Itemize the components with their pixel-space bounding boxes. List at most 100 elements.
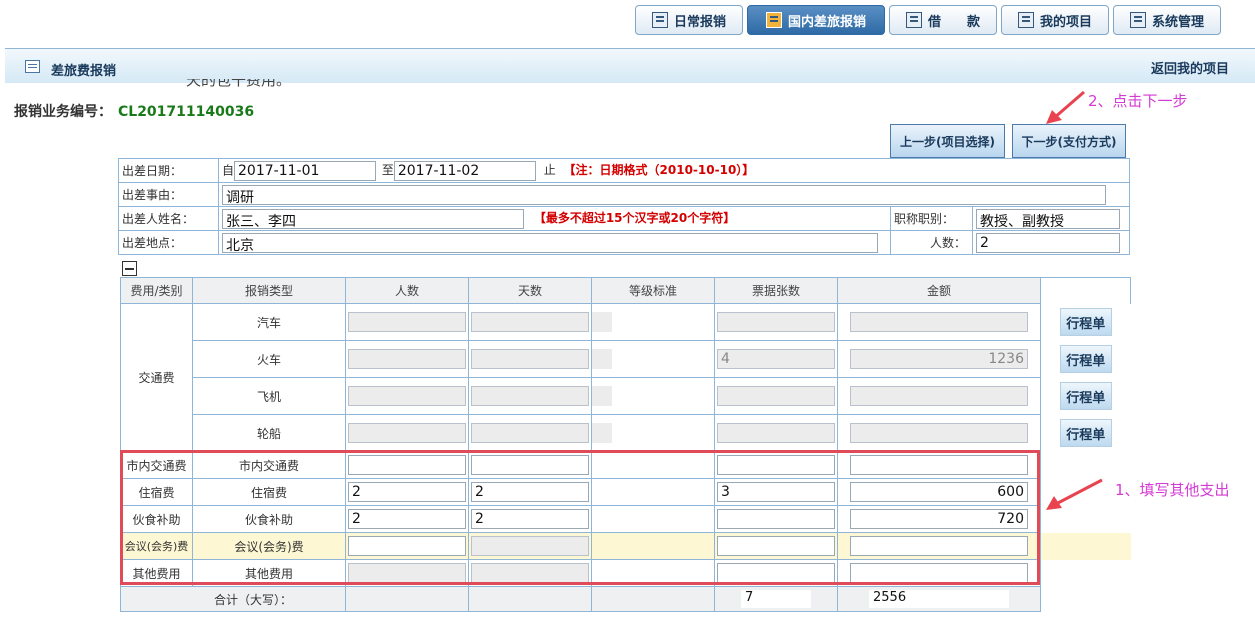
type-cell: 汽车	[192, 303, 346, 341]
amount-input[interactable]	[850, 312, 1028, 332]
itinerary-button[interactable]: 行程单	[1059, 382, 1112, 410]
days-input[interactable]	[471, 423, 589, 443]
type-cell: 其他费用	[192, 559, 346, 587]
type-cell: 轮船	[192, 414, 346, 452]
date-label: 出差日期：	[118, 158, 219, 183]
tickets-input[interactable]	[717, 536, 835, 556]
end-date-input[interactable]: 2017-11-02	[393, 160, 536, 181]
tickets-input[interactable]: 3	[717, 482, 835, 502]
column-header: 人数	[345, 277, 469, 304]
reason-label: 出差事由：	[118, 182, 219, 207]
tickets-input[interactable]	[717, 509, 835, 529]
amount-input[interactable]	[850, 563, 1028, 583]
tab-label: 借 款	[927, 14, 980, 30]
category-cell: 交通费	[120, 303, 193, 452]
days-input[interactable]: 2	[471, 482, 589, 502]
amount-input[interactable]	[850, 423, 1028, 443]
table-row: 伙食补助 伙食补助 2 2 720	[120, 505, 1131, 533]
tab-my-projects[interactable]: 我的项目	[1001, 5, 1109, 35]
to-prefix: 至	[381, 163, 394, 177]
category-cell: 其他费用	[120, 559, 193, 587]
column-header: 天数	[468, 277, 592, 304]
amount-input[interactable]: 600	[850, 482, 1028, 502]
people-count-input[interactable]: 2	[976, 232, 1120, 253]
days-input[interactable]	[471, 563, 589, 583]
amount-input[interactable]	[850, 455, 1028, 475]
table-row: 交通费 汽车 行程单	[120, 303, 1131, 452]
annotation-step2: 2、点击下一步	[1088, 92, 1188, 110]
tickets-input[interactable]	[717, 563, 835, 583]
tickets-input[interactable]	[717, 386, 835, 406]
category-cell: 会议(会务)费	[120, 532, 193, 560]
table-row: 火车 4 1236 行程单	[121, 340, 1131, 378]
grade-cell	[592, 349, 612, 369]
prev-step-button[interactable]: 上一步(项目选择)	[890, 124, 1005, 158]
start-date-input[interactable]: 2017-11-01	[234, 160, 377, 181]
amount-input[interactable]: 1236	[850, 349, 1028, 369]
tickets-input[interactable]	[717, 423, 835, 443]
column-header: 票据张数	[714, 277, 838, 304]
expense-table: 费用/类别 报销类型 人数 天数 等级标准 票据张数 金额 交通费 汽车 行程单…	[120, 277, 1131, 612]
people-input[interactable]	[348, 455, 466, 475]
names-label: 出差人姓名：	[118, 206, 219, 231]
people-input[interactable]: 2	[348, 482, 466, 502]
days-input[interactable]	[471, 536, 589, 556]
itinerary-button[interactable]: 行程单	[1059, 345, 1112, 373]
tickets-input[interactable]: 4	[717, 349, 835, 369]
back-to-projects-link[interactable]: 返回我的项目	[1151, 58, 1229, 77]
from-prefix: 自	[222, 163, 235, 177]
annotation-arrow-icon	[1046, 478, 1103, 510]
total-tickets: 7	[741, 590, 811, 608]
people-input[interactable]	[348, 386, 466, 406]
itinerary-button[interactable]: 行程单	[1059, 419, 1112, 447]
destination-input[interactable]: 北京	[222, 232, 878, 253]
count-label: 人数：	[890, 230, 973, 255]
itinerary-button[interactable]: 行程单	[1059, 308, 1112, 336]
tickets-input[interactable]	[717, 312, 835, 332]
table-row: 市内交通费 市内交通费	[120, 451, 1131, 479]
days-input[interactable]	[471, 349, 589, 369]
settings-icon	[1129, 12, 1146, 28]
bus-icon	[765, 12, 782, 28]
days-input[interactable]	[471, 312, 589, 332]
clipped-note-text: 天的包干费用。	[186, 79, 292, 89]
column-header: 等级标准	[591, 277, 715, 304]
form-icon	[25, 60, 40, 73]
reason-input[interactable]: 调研	[222, 184, 1106, 205]
tab-domestic-travel[interactable]: 国内差旅报销	[747, 5, 885, 35]
tickets-input[interactable]	[717, 455, 835, 475]
column-header-blank	[1040, 277, 1131, 304]
tab-system-management[interactable]: 系统管理	[1113, 5, 1221, 35]
collapse-toggle-icon[interactable]	[122, 261, 137, 276]
people-input[interactable]: 2	[348, 509, 466, 529]
people-input[interactable]	[348, 536, 466, 556]
people-input[interactable]	[348, 423, 466, 443]
traveler-names-input[interactable]: 张三、李四	[222, 208, 524, 229]
category-cell: 市内交通费	[120, 451, 193, 479]
place-label: 出差地点：	[118, 230, 219, 255]
table-row: 其他费用 其他费用	[120, 559, 1131, 587]
annotation-arrow-icon	[1046, 90, 1085, 124]
days-input[interactable]: 2	[471, 509, 589, 529]
title-input[interactable]: 教授、副教授	[976, 208, 1120, 229]
days-input[interactable]	[471, 386, 589, 406]
people-input[interactable]	[348, 312, 466, 332]
table-row: 轮船 行程单	[121, 414, 1131, 452]
type-cell: 住宿费	[192, 478, 346, 506]
tab-loan[interactable]: 借 款	[889, 5, 997, 35]
people-input[interactable]	[348, 349, 466, 369]
money-icon	[905, 12, 922, 28]
amount-input[interactable]	[850, 386, 1028, 406]
grade-cell	[592, 386, 612, 406]
total-row: 合计（大写）： 7 2556	[120, 586, 1131, 612]
tab-daily-reimbursement[interactable]: 日常报销	[635, 5, 743, 35]
category-cell: 伙食补助	[120, 505, 193, 533]
amount-input[interactable]: 720	[850, 509, 1028, 529]
days-input[interactable]	[471, 455, 589, 475]
title-label: 职称职别：	[890, 206, 973, 231]
amount-input[interactable]	[850, 536, 1028, 556]
total-amount: 2556	[869, 590, 1009, 608]
people-input[interactable]	[348, 563, 466, 583]
grade-cell	[592, 312, 612, 332]
next-step-button[interactable]: 下一步(支付方式)	[1012, 124, 1126, 158]
